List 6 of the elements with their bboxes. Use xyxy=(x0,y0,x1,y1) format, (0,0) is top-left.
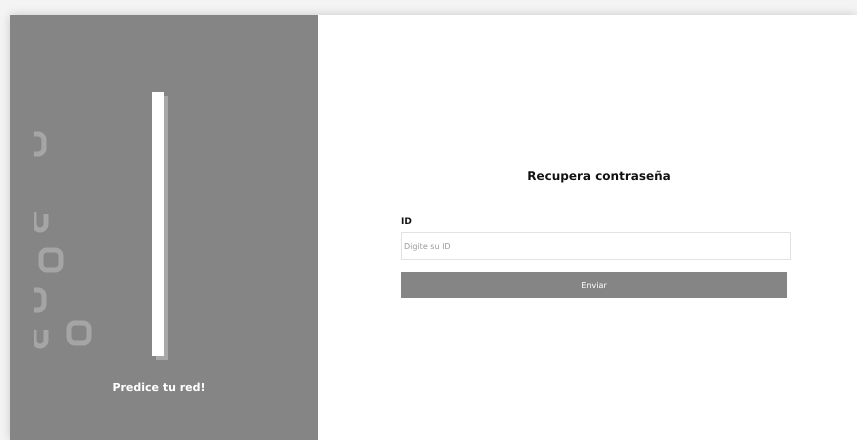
logo-bar-icon xyxy=(152,92,168,360)
field-label: ID xyxy=(401,217,413,227)
tagline: Predice tu red! xyxy=(112,381,206,394)
submit-button[interactable]: Enviar xyxy=(401,272,787,298)
id-input-field[interactable]: Digite su ID xyxy=(401,232,791,260)
form-title: Recupera contraseña xyxy=(526,169,672,183)
